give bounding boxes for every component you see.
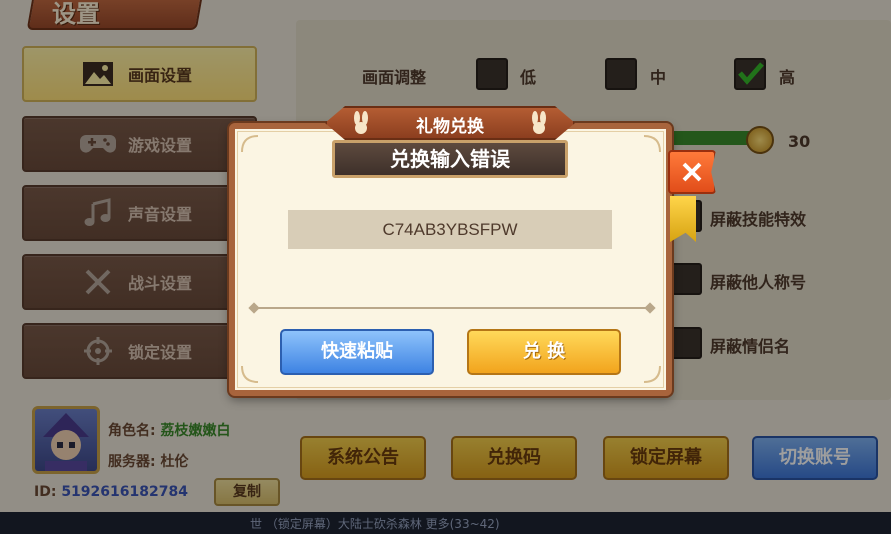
corner-ornament-icon [241,135,259,153]
corner-ornament-icon [643,135,661,153]
close-icon [682,162,702,182]
dialog-title: 礼物兑换 [416,117,484,137]
redeem-code-input[interactable]: C74AB3YBSFPW [288,210,612,249]
close-button[interactable] [668,150,716,194]
corner-ornament-icon [241,365,259,383]
quick-paste-button[interactable]: 快速粘贴 [280,329,434,375]
corner-ornament-icon [643,365,661,383]
redeem-button[interactable]: 兑 换 [467,329,621,375]
error-message: 兑换输入错误 [332,140,568,178]
dialog-divider [252,307,652,309]
